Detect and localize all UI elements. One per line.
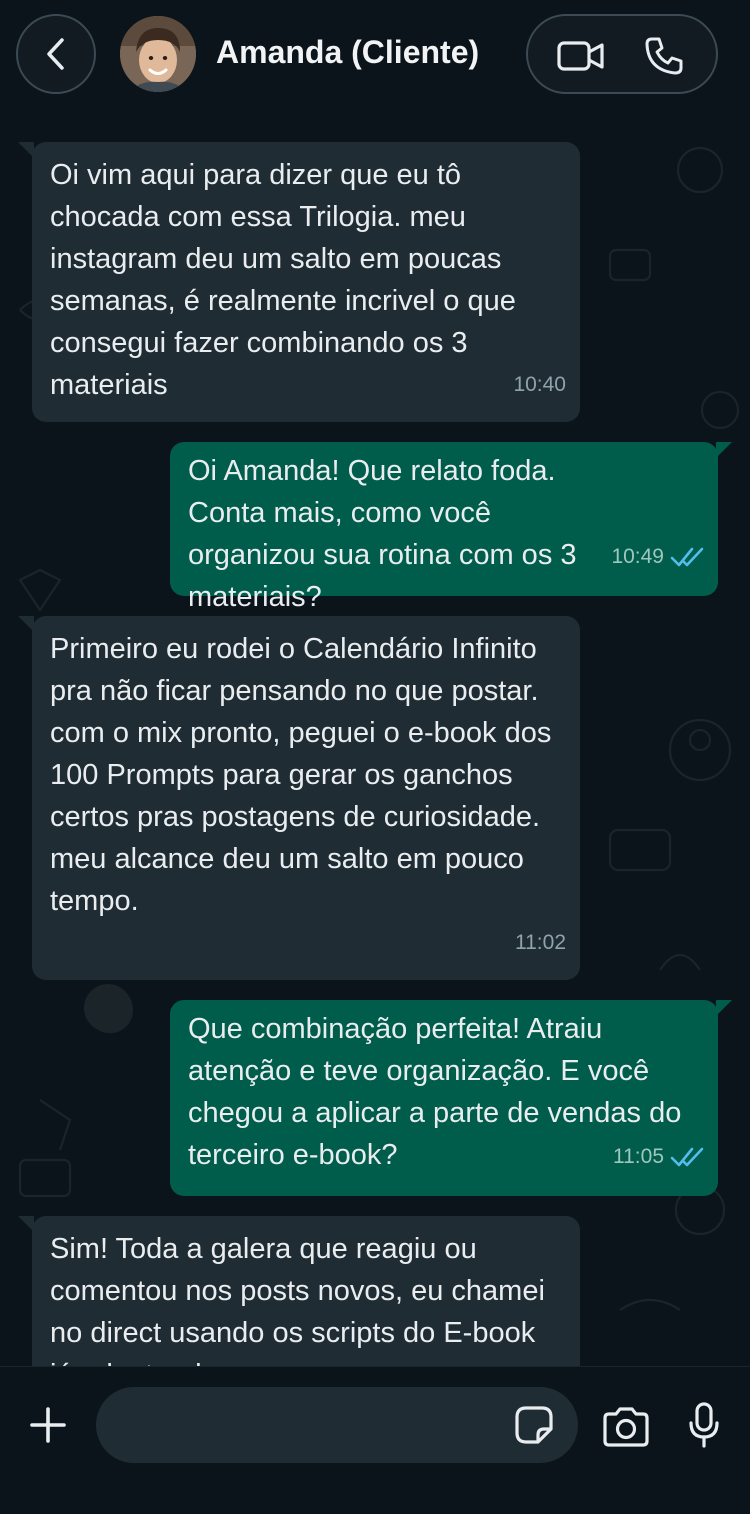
bubble-tail xyxy=(18,616,34,632)
bubble-tail xyxy=(716,1000,732,1016)
message-composer xyxy=(0,1366,750,1514)
video-call-button[interactable] xyxy=(556,36,606,76)
sticker-icon xyxy=(515,1406,553,1444)
avatar[interactable] xyxy=(120,16,196,92)
phone-icon xyxy=(645,37,683,75)
message-meta: 11:02 xyxy=(515,922,566,964)
back-button[interactable] xyxy=(16,14,96,94)
camera-icon xyxy=(603,1407,649,1447)
chevron-left-icon xyxy=(47,38,64,70)
message-incoming[interactable]: Primeiro eu rodei o Calendário Infinito … xyxy=(18,616,580,980)
message-list[interactable]: Oi vim aqui para dizer que eu tô chocada… xyxy=(0,110,750,1366)
plus-icon xyxy=(30,1407,66,1443)
double-check-read-icon xyxy=(670,1147,704,1167)
microphone-button[interactable] xyxy=(684,1399,724,1451)
message-time: 10:40 xyxy=(513,373,566,396)
message-meta: 10:49 xyxy=(611,536,704,578)
contact-name[interactable]: Amanda (Cliente) xyxy=(216,34,479,71)
message-outgoing[interactable]: Que combinação perfeita! Atraiu atenção … xyxy=(170,1000,732,1196)
message-input[interactable] xyxy=(124,1405,504,1445)
microphone-icon xyxy=(689,1402,719,1448)
message-text: Sim! Toda a galera que reagiu ou comento… xyxy=(50,1233,545,1366)
message-meta: 11:05 xyxy=(613,1136,704,1178)
message-time: 11:05 xyxy=(613,1145,664,1168)
message-text: Oi Amanda! Que relato foda. Conta mais, … xyxy=(188,455,577,613)
bubble-tail xyxy=(18,1216,34,1232)
message-text: Primeiro eu rodei o Calendário Infinito … xyxy=(50,633,552,917)
message-input-container xyxy=(96,1387,578,1463)
sticker-button[interactable] xyxy=(512,1403,556,1447)
message-time: 11:02 xyxy=(515,931,566,954)
contact-photo xyxy=(120,16,196,92)
bubble-tail xyxy=(18,142,34,158)
message-incoming[interactable]: Sim! Toda a galera que reagiu ou comento… xyxy=(18,1216,580,1366)
double-check-read-icon xyxy=(670,547,704,567)
chat-header: Amanda (Cliente) xyxy=(0,0,750,110)
voice-call-button[interactable] xyxy=(642,34,686,78)
message-text: Oi vim aqui para dizer que eu tô chocada… xyxy=(50,159,516,401)
message-outgoing[interactable]: Oi Amanda! Que relato foda. Conta mais, … xyxy=(170,442,732,613)
camera-button[interactable] xyxy=(600,1405,652,1449)
message-incoming[interactable]: Oi vim aqui para dizer que eu tô chocada… xyxy=(18,142,580,422)
call-actions xyxy=(526,14,718,94)
message-meta: 10:40 xyxy=(513,364,566,406)
attach-button[interactable] xyxy=(26,1403,70,1447)
bubble-tail xyxy=(716,442,732,458)
video-camera-icon xyxy=(557,41,604,71)
whatsapp-chat-screen: Amanda (Cliente) Oi vim aqui para dizer … xyxy=(0,0,750,1514)
message-time: 10:49 xyxy=(611,545,664,568)
